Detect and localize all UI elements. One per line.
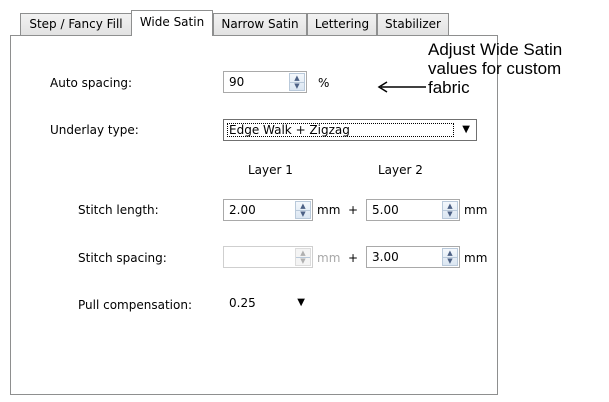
- chevron-down-icon[interactable]: ▼: [297, 297, 305, 308]
- stitch-length-layer2-unit: mm: [464, 203, 488, 217]
- stitch-spacing-label: Stitch spacing:: [78, 251, 167, 265]
- stitch-spacing-layer1-unit: mm: [317, 251, 341, 265]
- layer-2-header: Layer 2: [378, 163, 423, 177]
- auto-spacing-spinbox[interactable]: 90 ▲ ▼: [223, 71, 307, 93]
- auto-spacing-label: Auto spacing:: [50, 76, 133, 90]
- stitch-spacing-layer2-spinbox[interactable]: 3.00 ▲ ▼: [366, 246, 460, 268]
- stitch-length-label: Stitch length:: [78, 203, 159, 217]
- stitch-length-plus: +: [348, 203, 359, 217]
- annotation-line-3: fabric: [428, 78, 470, 97]
- stitch-length-layer2-spinbox[interactable]: 5.00 ▲ ▼: [366, 199, 460, 221]
- auto-spacing-unit: %: [318, 76, 330, 90]
- stitch-spacing-layer1-spinbox: ▲ ▼: [223, 246, 313, 268]
- spin-arrows-icon[interactable]: ▲ ▼: [289, 73, 305, 91]
- tab-lettering[interactable]: Lettering: [307, 13, 377, 35]
- pull-compensation-value: 0.25: [229, 296, 256, 310]
- tab-step-fancy-fill[interactable]: Step / Fancy Fill: [20, 13, 132, 35]
- underlay-type-dropdown[interactable]: Edge Walk + Zigzag ▼: [223, 119, 477, 141]
- annotation-line-2: values for custom: [428, 59, 562, 78]
- stitch-length-layer1-spinbox[interactable]: 2.00 ▲ ▼: [223, 199, 313, 221]
- underlay-type-value: Edge Walk + Zigzag: [229, 123, 350, 137]
- auto-spacing-value: 90: [229, 75, 245, 89]
- pull-compensation-label: Pull compensation:: [78, 298, 192, 312]
- stitch-length-layer1-unit: mm: [317, 203, 341, 217]
- underlay-type-label: Underlay type:: [50, 123, 139, 137]
- arrow-left-icon: [377, 81, 426, 93]
- stitch-spacing-layer2-unit: mm: [464, 251, 488, 265]
- tab-wide-satin[interactable]: Wide Satin: [131, 10, 213, 36]
- spin-arrows-icon[interactable]: ▲ ▼: [442, 201, 458, 219]
- annotation-callout: Adjust Wide Satin values for custom fabr…: [428, 40, 562, 97]
- layer-1-header: Layer 1: [248, 163, 293, 177]
- stitch-spacing-layer2-value: 3.00: [372, 250, 399, 264]
- stitch-length-layer2-value: 5.00: [372, 203, 399, 217]
- spin-arrows-icon[interactable]: ▲ ▼: [442, 248, 458, 266]
- pull-compensation-dropdown[interactable]: 0.25 ▼: [223, 293, 313, 315]
- stitch-spacing-plus: +: [348, 251, 359, 265]
- spin-arrows-icon[interactable]: ▲ ▼: [295, 201, 311, 219]
- annotation-line-1: Adjust Wide Satin: [428, 40, 563, 59]
- stitch-length-layer1-value: 2.00: [229, 203, 256, 217]
- tab-stabilizer[interactable]: Stabilizer: [377, 13, 449, 35]
- tab-narrow-satin[interactable]: Narrow Satin: [213, 13, 307, 35]
- chevron-down-icon[interactable]: ▼: [462, 124, 470, 135]
- spin-arrows-icon: ▲ ▼: [295, 248, 311, 266]
